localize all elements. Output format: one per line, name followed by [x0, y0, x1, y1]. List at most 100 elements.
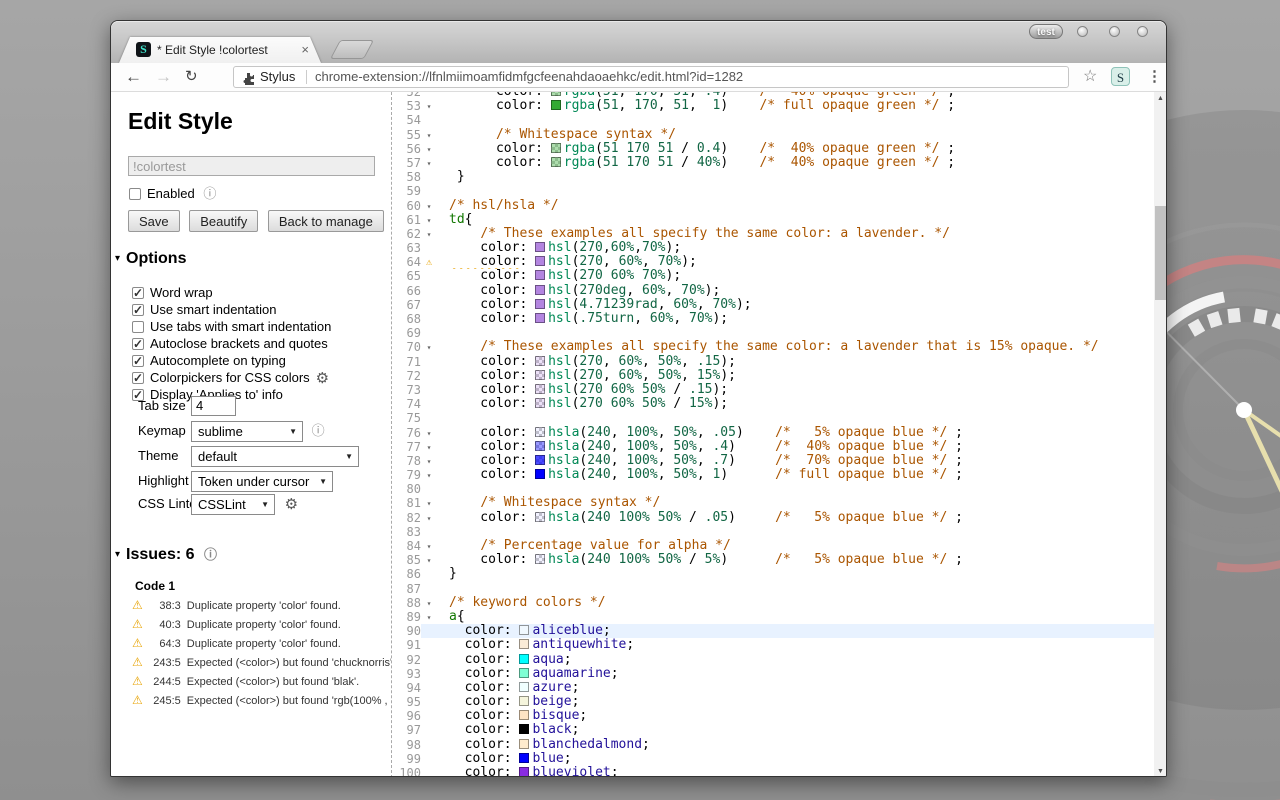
fold-arrow-icon[interactable]: ▾	[427, 216, 432, 225]
code-text[interactable]: color: blueviolet;	[437, 766, 1154, 777]
color-swatch[interactable]	[535, 441, 545, 451]
color-swatch[interactable]	[519, 696, 529, 706]
code-line[interactable]: 73 color: hsl(270 60% 50% / .15);	[392, 383, 1154, 397]
code-text[interactable]: color: blanchedalmond;	[437, 738, 1154, 752]
scrollbar-up-arrow[interactable]: ▲	[1154, 92, 1167, 105]
code-line[interactable]: 75	[392, 411, 1154, 425]
code-line[interactable]: 79▾ color: hsla(240, 100%, 50%, 1) /* fu…	[392, 468, 1154, 482]
checkbox[interactable]	[132, 372, 144, 384]
theme-select[interactable]: default▼	[191, 446, 359, 467]
code-text[interactable]: color: hsl(.75turn, 60%, 70%);	[437, 312, 1154, 326]
code-line[interactable]: 90 color: aliceblue;	[392, 624, 1154, 638]
code-text[interactable]	[437, 582, 1154, 596]
issue-row[interactable]: ⚠38:3Duplicate property 'color' found.	[132, 596, 391, 615]
color-swatch[interactable]	[535, 299, 545, 309]
new-tab-button[interactable]	[330, 40, 374, 59]
code-line[interactable]: 72 color: hsl(270, 60%, 50%, 15%);	[392, 369, 1154, 383]
fold-arrow-icon[interactable]: ▾	[427, 457, 432, 466]
code-line[interactable]: 58 }	[392, 170, 1154, 184]
fold-arrow-icon[interactable]: ▾	[427, 159, 432, 168]
window-maximize-button[interactable]	[1109, 26, 1120, 37]
code-line[interactable]: 96 color: bisque;	[392, 709, 1154, 723]
color-swatch[interactable]	[535, 427, 545, 437]
code-line[interactable]: 69	[392, 326, 1154, 340]
code-line[interactable]: 70▾ /* These examples all specify the sa…	[392, 340, 1154, 354]
fold-arrow-icon[interactable]: ▾	[427, 556, 432, 565]
code-text[interactable]	[437, 411, 1154, 425]
color-swatch[interactable]	[519, 724, 529, 734]
color-swatch[interactable]	[519, 654, 529, 664]
option-checkbox-row[interactable]: Colorpickers for CSS colors⚙	[132, 369, 331, 386]
option-checkbox-row[interactable]: Autoclose brackets and quotes	[132, 335, 331, 352]
code-text[interactable]	[437, 326, 1154, 340]
code-text[interactable]: color: rgba(51 170 51 / 40%) /* 40% opaq…	[437, 156, 1154, 170]
address-bar[interactable]: Stylus chrome-extension://lfnlmiimoamfid…	[233, 66, 1069, 88]
color-swatch[interactable]	[535, 455, 545, 465]
tab-size-input[interactable]	[191, 396, 236, 416]
fold-arrow-icon[interactable]: ▾	[427, 599, 432, 608]
style-name-input[interactable]	[128, 156, 375, 176]
fold-arrow-icon[interactable]: ▾	[427, 102, 432, 111]
code-text[interactable]: color: hsl(4.71239rad, 60%, 70%);	[437, 298, 1154, 312]
color-swatch[interactable]	[535, 242, 545, 252]
code-text[interactable]: color: rgba(51, 170, 51, 1) /* full opaq…	[437, 99, 1154, 113]
code-line[interactable]: 65 color: hsl(270 60% 70%);	[392, 269, 1154, 283]
reload-button[interactable]: ↻	[185, 63, 198, 91]
color-swatch[interactable]	[535, 270, 545, 280]
code-text[interactable]: color: hsl(270, 60%, 50%, .15);	[437, 355, 1154, 369]
code-line[interactable]: 76▾ color: hsla(240, 100%, 50%, .05) /* …	[392, 426, 1154, 440]
code-line[interactable]: 87	[392, 582, 1154, 596]
code-line[interactable]: 68 color: hsl(.75turn, 60%, 70%);	[392, 312, 1154, 326]
code-line[interactable]: 66 color: hsl(270deg, 60%, 70%);	[392, 284, 1154, 298]
code-text[interactable]: color: hsl(270, 60%, 50%, 15%);	[437, 369, 1154, 383]
code-line[interactable]: 60▾/* hsl/hsla */	[392, 199, 1154, 213]
code-text[interactable]: td{	[437, 213, 1154, 227]
fold-arrow-icon[interactable]: ▾	[427, 131, 432, 140]
back-to-manage-button[interactable]: Back to manage	[268, 210, 384, 232]
color-swatch[interactable]	[535, 398, 545, 408]
color-swatch[interactable]	[519, 767, 529, 777]
code-line[interactable]: 97 color: black;	[392, 723, 1154, 737]
code-text[interactable]: color: hsl(270 60% 50% / 15%);	[437, 397, 1154, 411]
fold-arrow-icon[interactable]: ▾	[427, 202, 432, 211]
option-checkbox-row[interactable]: Use tabs with smart indentation	[132, 318, 331, 335]
fold-arrow-icon[interactable]: ▾	[427, 514, 432, 523]
code-line[interactable]: 81▾ /* Whitespace syntax */	[392, 496, 1154, 510]
gear-icon[interactable]: ⚙	[316, 370, 329, 387]
code-text[interactable]: color: azure;	[437, 681, 1154, 695]
code-line[interactable]: 88▾/* keyword colors */	[392, 596, 1154, 610]
code-text[interactable]: color: hsla(240, 100%, 50%, .05) /* 5% o…	[437, 426, 1154, 440]
code-text[interactable]: color: rgba(51 170 51 / 0.4) /* 40% opaq…	[437, 142, 1154, 156]
code-text[interactable]: /* Whitespace syntax */	[437, 496, 1154, 510]
code-line[interactable]: 74 color: hsl(270 60% 50% / 15%);	[392, 397, 1154, 411]
code-text[interactable]: /* Whitespace syntax */	[437, 128, 1154, 142]
code-line[interactable]: 83	[392, 525, 1154, 539]
code-line[interactable]: 62▾ /* These examples all specify the sa…	[392, 227, 1154, 241]
code-line[interactable]: 55▾ /* Whitespace syntax */	[392, 128, 1154, 142]
code-line[interactable]: 85▾ color: hsla(240 100% 50% / 5%) /* 5%…	[392, 553, 1154, 567]
color-swatch[interactable]	[535, 356, 545, 366]
fold-arrow-icon[interactable]: ▾	[427, 230, 432, 239]
code-text[interactable]: color: hsl(270 60% 50% / .15);	[437, 383, 1154, 397]
code-text[interactable]: color: hsl(270deg, 60%, 70%);	[437, 284, 1154, 298]
code-text[interactable]: color: hsla(240, 100%, 50%, 1) /* full o…	[437, 468, 1154, 482]
code-text[interactable]: color: hsla(240, 100%, 50%, .7) /* 70% o…	[437, 454, 1154, 468]
color-swatch[interactable]	[535, 285, 545, 295]
code-text[interactable]: }	[437, 567, 1154, 581]
scrollbar-down-arrow[interactable]: ▼	[1154, 765, 1167, 777]
enabled-checkbox[interactable]	[129, 188, 141, 200]
code-line[interactable]: 67 color: hsl(4.71239rad, 60%, 70%);	[392, 298, 1154, 312]
code-text[interactable]: /* keyword colors */	[437, 596, 1154, 610]
color-swatch[interactable]	[535, 469, 545, 479]
code-line[interactable]: 59	[392, 184, 1154, 198]
color-swatch[interactable]	[519, 753, 529, 763]
code-text[interactable]: color: black;	[437, 723, 1154, 737]
bookmark-star-icon[interactable]: ☆	[1083, 63, 1097, 91]
code-editor[interactable]: 52 color: rgba(51, 170, 51, .4) /* 40% o…	[392, 92, 1154, 777]
code-line[interactable]: 77▾ color: hsla(240, 100%, 50%, .4) /* 4…	[392, 440, 1154, 454]
fold-arrow-icon[interactable]: ▾	[427, 343, 432, 352]
checkbox[interactable]	[132, 287, 144, 299]
browser-tab[interactable]: S * Edit Style !colortest ×	[119, 37, 321, 63]
code-text[interactable]: color: hsla(240 100% 50% / .05) /* 5% op…	[437, 511, 1154, 525]
code-line[interactable]: 78▾ color: hsla(240, 100%, 50%, .7) /* 7…	[392, 454, 1154, 468]
